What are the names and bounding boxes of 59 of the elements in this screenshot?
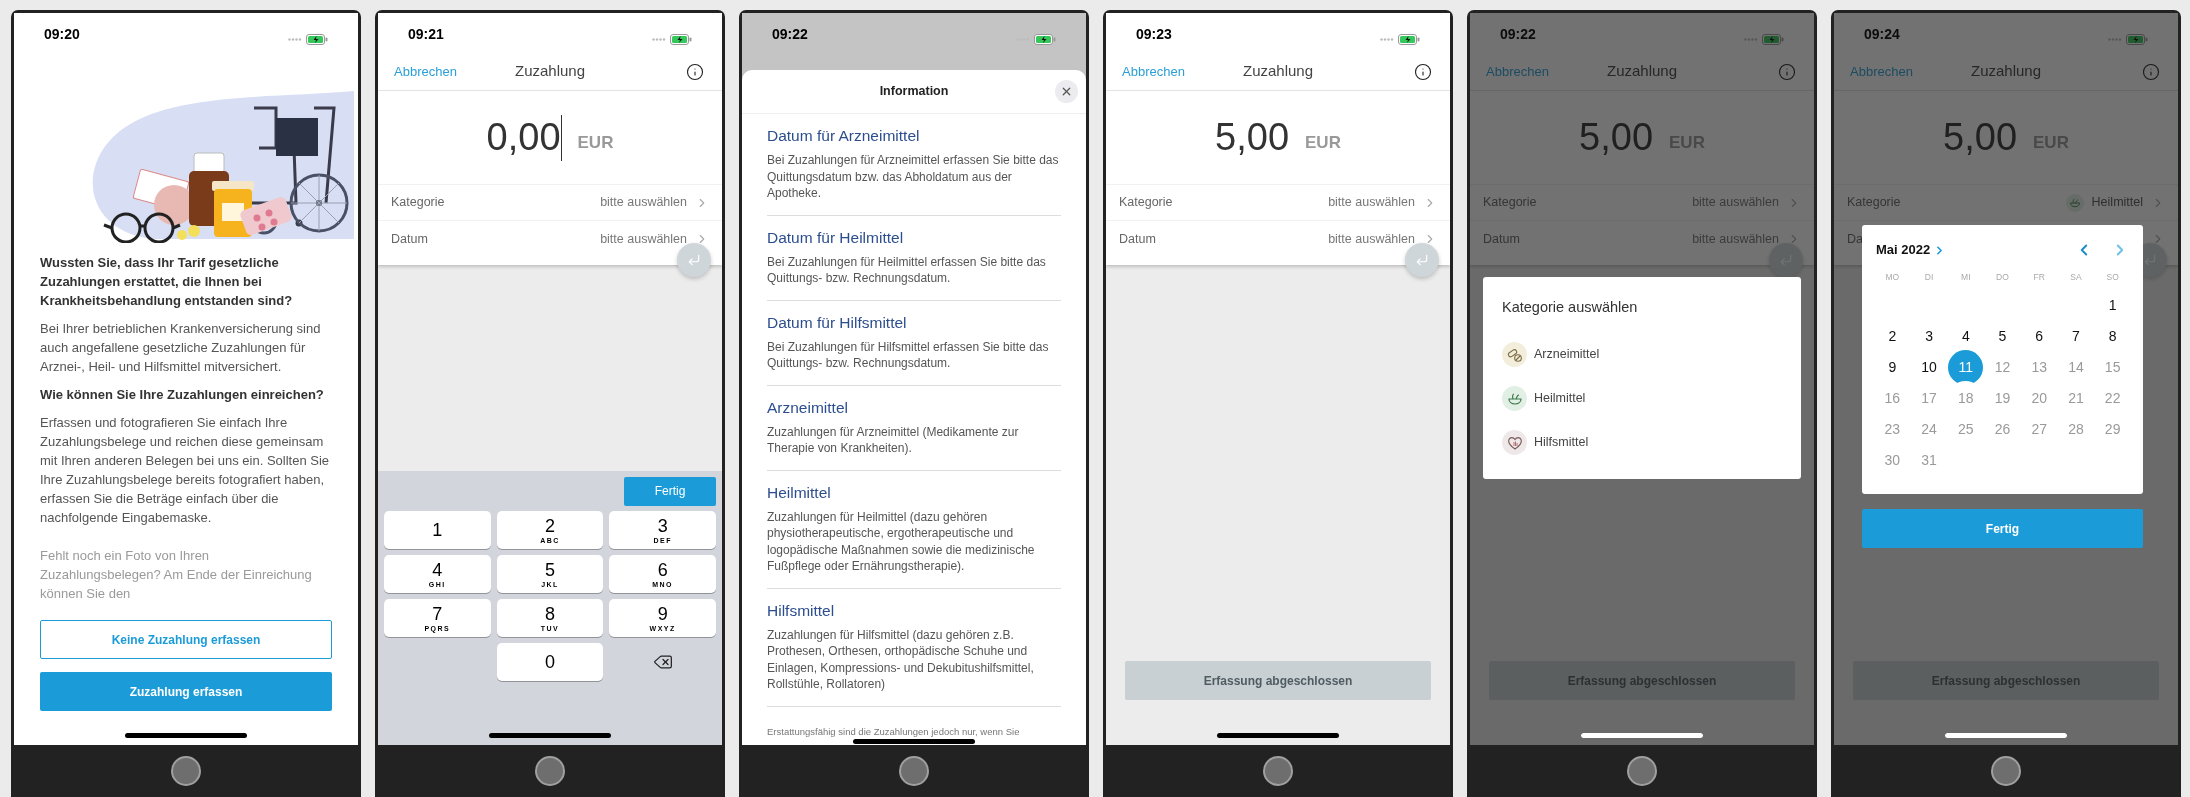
status-time: 09:22 (1500, 25, 1536, 44)
section-heading: Wie können Sie Ihre Zuzahlungen einreichen? (40, 386, 325, 404)
section-text: Zuzahlungen für Arzneimittel (Medikamente zur Therapie von Krankheiten). (767, 423, 1020, 457)
row-value: bitte auswählen (600, 230, 687, 248)
section-heading: Wussten Sie, dass Ihr Tarif gesetzliche Zuzahlungen erstattet, die Ihnen bei Krankheitsbehandlung entstanden sind? (40, 254, 294, 310)
section-heading: Heilmittel (767, 482, 832, 503)
section-heading: Hilfsmittel (767, 600, 836, 621)
row-label: Datum (1483, 230, 1520, 248)
section-text: Bei Zuzahlungen für Arzneimittel erfassen Sie bitte das Quittungsdatum bzw. das Abholdatum aus der Apotheke. (767, 152, 1060, 202)
amount-value: 0,00 (486, 115, 561, 160)
sheet-title: Information (879, 83, 949, 101)
row-label: Kategorie (1483, 194, 1537, 212)
row-label: Datum (391, 230, 428, 248)
weekday-label: FR (2032, 271, 2046, 284)
weekday-label: DI (1923, 271, 1935, 284)
status-time: 09:22 (772, 25, 808, 44)
option-label: Hilfsmittel (1534, 434, 1589, 452)
row-value: bitte auswählen (1328, 230, 1415, 248)
dialog-title: Kategorie auswählen (1502, 298, 1639, 317)
amount-value: 5,00 (1215, 115, 1290, 160)
amount-value: 5,00 (1579, 115, 1654, 160)
currency-label: EUR (577, 131, 614, 154)
screen-title: Zuzahlung (1970, 61, 2042, 82)
option-label: Heilmittel (1534, 390, 1586, 408)
weekday-label: MI (1960, 271, 1972, 284)
section-heading: Arzneimittel (767, 397, 849, 418)
status-time: 09:24 (1864, 25, 1900, 44)
option-label: Arzneimittel (1534, 346, 1600, 364)
row-label: Kategorie (391, 194, 445, 212)
weekday-label: MO (1884, 271, 1901, 284)
body-text: Fehlt noch ein Foto von Ihren Zuzahlungsbelegen? Am Ende der Einreichung können Sie den (40, 547, 313, 603)
row-value: bitte auswählen (600, 194, 687, 212)
row-label: Da (1847, 230, 1863, 248)
body-text: Bei Ihrer betrieblichen Krankenversicherung sind auch angefallene gesetzliche Zuzahlungen für Arznei-, Heil- und Hilfsmittel mitversichert. (40, 320, 322, 376)
row-label: Kategorie (1119, 194, 1173, 212)
body-text: Erfassen und fotografieren Sie einfach Ihre Zuzahlungsbelege und reichen diese gemeinsam mit Ihren anderen Belegen bei uns ein. Sollten Sie Ihre Zuzahlungsbelege bereits fotografiert haben, erfassen Sie die Beträge einfach über die nachfolgende Eingabemaske. (40, 414, 331, 527)
currency-label: EUR (1305, 131, 1341, 154)
section-text: Bei Zuzahlungen für Heilmittel erfassen Sie bitte das Quittungs- bzw. Rechnungsdatum. (767, 253, 1047, 287)
footer-text: Erstattungsfähig sind die Zuzahlungen jedoch nur, wenn Sie (767, 724, 1021, 739)
row-label: Kategorie (1847, 194, 1901, 212)
status-time: 09:23 (1136, 25, 1172, 44)
section-heading: Datum für Arzneimittel (767, 126, 921, 146)
row-label: Datum (1119, 230, 1156, 248)
section-text: Zuzahlungen für Heilmittel (dazu gehören physiotherapeutische, ergotherapeutische und logopädische Maßnahmen sowie die medizinische Fußpflege oder Ernährungstherapie). (767, 508, 1036, 575)
section-text: Zuzahlungen für Hilfsmittel (dazu gehören z.B. Prothesen, Orthesen, orthopädische Schuhe und Einlagen, Kompressions- und Dekubitushilfsmittel, Rollstühle, Rollatoren) (767, 626, 1035, 693)
amount-value: 5,00 (1943, 115, 2018, 160)
status-time: 09:20 (44, 25, 80, 44)
row-value: bitte auswählen (1328, 194, 1415, 212)
weekday-label: SO (2105, 271, 2120, 284)
status-time: 09:21 (408, 25, 444, 44)
weekday-label: SA (2069, 271, 2083, 284)
screen-title: Zuzahlung (1242, 61, 1314, 82)
weekday-label: DO (1995, 271, 2010, 284)
section-heading: Datum für Hilfsmittel (767, 312, 908, 333)
row-value: Heilmittel (2091, 194, 2143, 212)
screen-title: Zuzahlung (1606, 61, 1678, 82)
section-text: Bei Zuzahlungen für Hilfsmittel erfassen Sie bitte das Quittungs- bzw. Rechnungsdatum. (767, 338, 1050, 372)
section-heading: Datum für Heilmittel (767, 227, 905, 248)
screen-title: Zuzahlung (514, 61, 586, 82)
